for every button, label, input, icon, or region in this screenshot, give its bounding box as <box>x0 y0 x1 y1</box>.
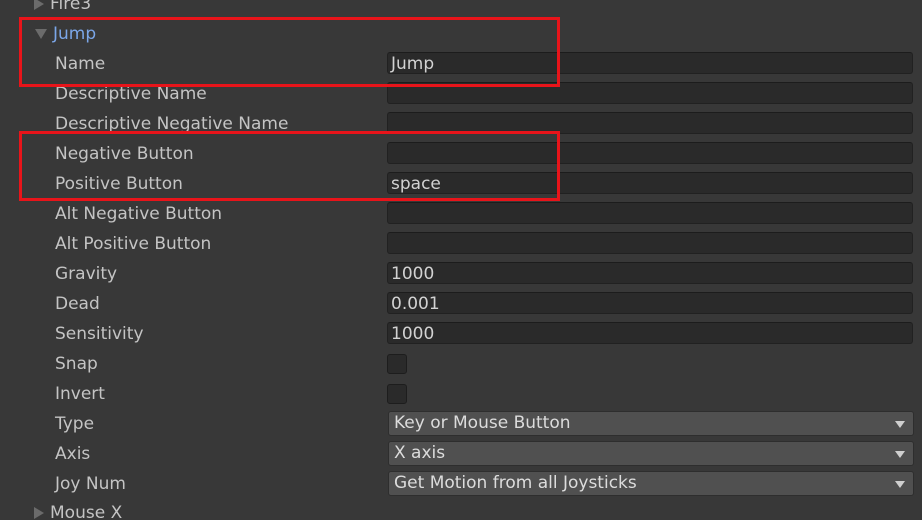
alt-negative-button-field[interactable] <box>387 202 913 224</box>
joy-num-label: Joy Num <box>55 474 126 494</box>
property-positive-button: Positive Button space <box>0 169 922 199</box>
property-axis: Axis X axis <box>0 439 922 469</box>
axis-dropdown[interactable]: X axis <box>388 441 914 466</box>
negative-button-field[interactable] <box>387 142 913 164</box>
axis-dropdown-value: X axis <box>394 443 446 463</box>
negative-button-label: Negative Button <box>55 144 194 164</box>
descriptive-name-field[interactable] <box>387 82 913 104</box>
alt-negative-button-label: Alt Negative Button <box>55 204 223 224</box>
collapsed-arrow-icon[interactable] <box>34 0 44 10</box>
sensitivity-field[interactable]: 1000 <box>387 322 913 344</box>
invert-checkbox[interactable] <box>387 384 407 404</box>
property-type: Type Key or Mouse Button <box>0 409 922 439</box>
foldout-fire3[interactable]: Fire3 <box>0 0 922 19</box>
property-dead: Dead 0.001 <box>0 289 922 319</box>
gravity-label: Gravity <box>55 264 118 284</box>
collapsed-arrow-icon[interactable] <box>34 507 44 519</box>
property-invert: Invert <box>0 379 922 409</box>
positive-button-label: Positive Button <box>55 174 183 194</box>
descriptive-name-label: Descriptive Name <box>55 84 207 104</box>
dropdown-arrow-icon <box>895 451 905 458</box>
alt-positive-button-label: Alt Positive Button <box>55 234 212 254</box>
joy-num-dropdown-value: Get Motion from all Joysticks <box>394 473 637 493</box>
axis-label: Axis <box>55 444 91 464</box>
foldout-jump[interactable]: Jump <box>0 19 922 49</box>
property-negative-button: Negative Button <box>0 139 922 169</box>
foldout-mouse-x[interactable]: Mouse X <box>0 498 922 520</box>
dropdown-arrow-icon <box>895 421 905 428</box>
sensitivity-label: Sensitivity <box>55 324 144 344</box>
property-name: Name Jump <box>0 49 922 79</box>
joy-num-dropdown[interactable]: Get Motion from all Joysticks <box>388 471 914 496</box>
property-gravity: Gravity 1000 <box>0 259 922 289</box>
property-alt-positive-button: Alt Positive Button <box>0 229 922 259</box>
type-dropdown[interactable]: Key or Mouse Button <box>388 411 914 436</box>
descriptive-negative-name-label: Descriptive Negative Name <box>55 114 289 134</box>
foldout-label-mouse-x: Mouse X <box>50 503 123 520</box>
positive-button-field[interactable]: space <box>387 172 913 194</box>
invert-label: Invert <box>55 384 105 404</box>
dead-label: Dead <box>55 294 100 314</box>
type-dropdown-value: Key or Mouse Button <box>394 413 571 433</box>
property-snap: Snap <box>0 349 922 379</box>
snap-label: Snap <box>55 354 98 374</box>
descriptive-negative-name-field[interactable] <box>387 112 913 134</box>
property-alt-negative-button: Alt Negative Button <box>0 199 922 229</box>
property-sensitivity: Sensitivity 1000 <box>0 319 922 349</box>
foldout-label-jump: Jump <box>53 24 97 44</box>
snap-checkbox[interactable] <box>387 354 407 374</box>
property-joy-num: Joy Num Get Motion from all Joysticks <box>0 469 922 499</box>
expanded-arrow-icon[interactable] <box>35 29 47 39</box>
dropdown-arrow-icon <box>895 481 905 488</box>
property-descriptive-name: Descriptive Name <box>0 79 922 109</box>
foldout-label-fire3: Fire3 <box>50 0 92 14</box>
property-descriptive-negative-name: Descriptive Negative Name <box>0 109 922 139</box>
name-field[interactable]: Jump <box>387 52 913 74</box>
alt-positive-button-field[interactable] <box>387 232 913 254</box>
dead-field[interactable]: 0.001 <box>387 292 913 314</box>
type-label: Type <box>55 414 95 434</box>
gravity-field[interactable]: 1000 <box>387 262 913 284</box>
name-label: Name <box>55 54 106 74</box>
